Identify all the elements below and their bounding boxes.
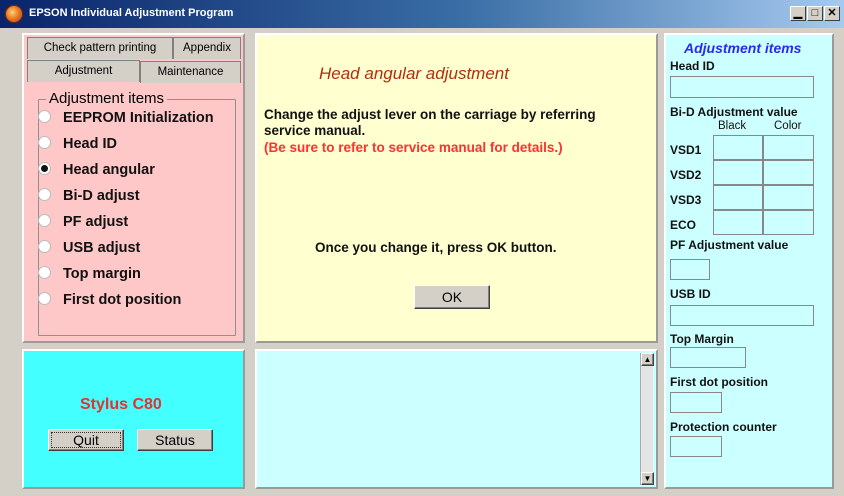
adjustment-values-panel: Adjustment items Head ID Bi-D Adjustment…: [664, 33, 834, 489]
usb-id-label: USB ID: [670, 287, 711, 301]
eco-black-field[interactable]: [713, 210, 763, 235]
bid-adjustment-label: Bi-D Adjustment value: [670, 105, 798, 119]
first-dot-position-field[interactable]: [670, 392, 722, 413]
radio-top-margin[interactable]: Top margin: [38, 265, 141, 290]
radio-button[interactable]: [38, 291, 51, 305]
adjustment-items-panel: Check pattern printing Appendix Adjustme…: [22, 33, 245, 343]
vsd2-black-field[interactable]: [713, 160, 763, 185]
minimize-icon[interactable]: ▁: [790, 6, 806, 21]
model-panel: Stylus C80 Quit Status: [22, 349, 245, 489]
vsd2-label: VSD2: [670, 168, 702, 182]
tab-check-pattern-printing[interactable]: Check pattern printing: [27, 37, 173, 59]
log-panel[interactable]: ▲ ▼: [255, 349, 658, 489]
maximize-icon[interactable]: □: [807, 6, 823, 21]
radio-usb-adjust[interactable]: USB adjust: [38, 239, 141, 264]
radio-label: EEPROM Initialization: [63, 110, 214, 126]
pf-adjustment-label: PF Adjustment value: [670, 238, 789, 252]
head-id-label: Head ID: [670, 59, 715, 73]
log-scrollbar[interactable]: ▲ ▼: [640, 353, 654, 485]
radio-button[interactable]: [38, 135, 51, 149]
top-margin-field[interactable]: [670, 347, 746, 368]
radio-button[interactable]: [38, 265, 51, 279]
epson-app-icon: [5, 5, 23, 23]
radio-label: PF adjust: [63, 214, 129, 230]
radio-button[interactable]: [38, 213, 51, 227]
eco-label: ECO: [670, 218, 697, 232]
top-margin-label: Top Margin: [670, 332, 734, 346]
title-bar[interactable]: EPSON Individual Adjustment Program ▁ □ …: [0, 0, 844, 28]
values-title: Adjustment items: [684, 40, 802, 56]
pf-adjustment-field[interactable]: [670, 259, 710, 280]
radio-label: USB adjust: [63, 240, 141, 256]
radio-first-dot-position[interactable]: First dot position: [38, 291, 182, 316]
ok-button[interactable]: OK: [414, 285, 490, 309]
radio-head-angular[interactable]: Head angular: [38, 161, 155, 186]
close-icon[interactable]: ✕: [824, 6, 840, 21]
vsd3-label: VSD3: [670, 193, 702, 207]
radio-label: Bi-D adjust: [63, 188, 140, 204]
model-name: Stylus C80: [80, 396, 162, 413]
protection-counter-label: Protection counter: [670, 420, 777, 434]
group-title: Adjustment items: [46, 90, 168, 107]
vsd2-color-field[interactable]: [763, 160, 814, 185]
instruction-panel: Head angular adjustment Change the adjus…: [255, 33, 658, 343]
radio-button[interactable]: [38, 187, 51, 201]
usb-id-field[interactable]: [670, 305, 814, 326]
radio-pf-adjust[interactable]: PF adjust: [38, 213, 129, 238]
window-title: EPSON Individual Adjustment Program: [29, 7, 234, 19]
radio-label: Top margin: [63, 266, 141, 282]
tab-appendix[interactable]: Appendix: [173, 37, 241, 59]
vsd3-black-field[interactable]: [713, 185, 763, 210]
radio-eeprom-initialization[interactable]: EEPROM Initialization: [38, 109, 214, 134]
vsd1-label: VSD1: [670, 143, 702, 157]
tab-adjustment[interactable]: Adjustment: [27, 60, 140, 82]
scroll-down-icon[interactable]: ▼: [641, 472, 654, 485]
ok-prompt-text: Once you change it, press OK button.: [315, 240, 557, 255]
head-id-field[interactable]: [670, 76, 814, 98]
quit-button[interactable]: Quit: [48, 429, 124, 451]
color-column-header: Color: [774, 120, 802, 132]
vsd1-black-field[interactable]: [713, 135, 763, 160]
adjustment-heading: Head angular adjustment: [319, 64, 509, 83]
radio-button[interactable]: [38, 109, 51, 123]
radio-bi-d-adjust[interactable]: Bi-D adjust: [38, 187, 140, 212]
status-button[interactable]: Status: [137, 429, 213, 451]
radio-label: Head angular: [63, 162, 155, 178]
eco-color-field[interactable]: [763, 210, 814, 235]
vsd3-color-field[interactable]: [763, 185, 814, 210]
first-dot-position-label: First dot position: [670, 375, 768, 389]
scroll-up-icon[interactable]: ▲: [641, 353, 654, 366]
tab-maintenance[interactable]: Maintenance: [140, 61, 241, 83]
radio-label: Head ID: [63, 136, 117, 152]
instruction-text: Change the adjust lever on the carriage …: [264, 107, 596, 138]
radio-button-selected[interactable]: [38, 161, 51, 175]
protection-counter-field[interactable]: [670, 436, 722, 457]
radio-label: First dot position: [63, 292, 182, 308]
radio-button[interactable]: [38, 239, 51, 253]
vsd1-color-field[interactable]: [763, 135, 814, 160]
radio-head-id[interactable]: Head ID: [38, 135, 117, 160]
black-column-header: Black: [718, 120, 747, 132]
warning-text: (Be sure to refer to service manual for …: [264, 140, 563, 155]
